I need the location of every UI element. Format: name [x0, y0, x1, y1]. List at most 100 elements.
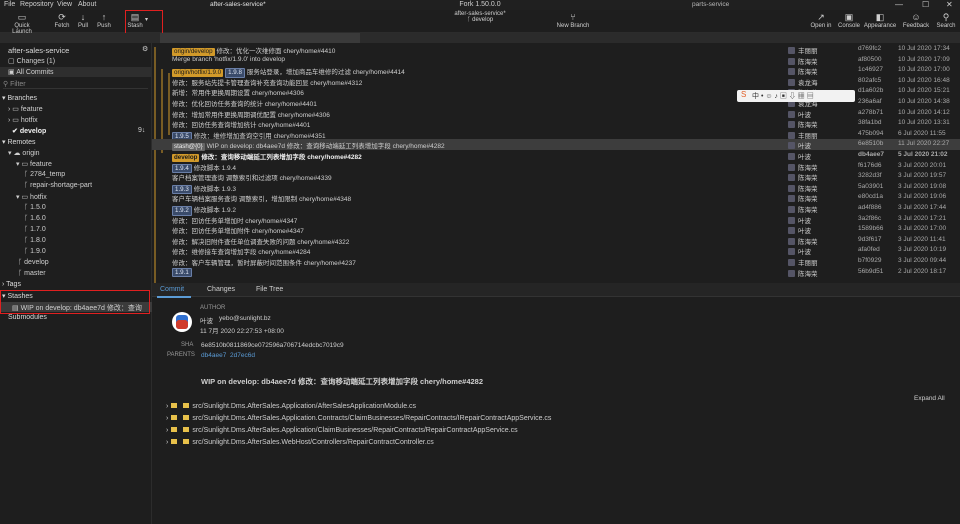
remote-branch-1-5-0[interactable]: ᚴ 1.5.0 — [24, 204, 46, 211]
commit-sha-cell: 1c46927 — [858, 66, 883, 74]
commit-row[interactable]: 修改：客户车辆管理，暂时屏蔽时间范围条件 chery/home#4237 丰丽丽 b… — [152, 256, 960, 267]
push-icon: ↑ — [101, 12, 107, 22]
author-avatar-icon — [788, 110, 795, 118]
commit-row[interactable]: 修改：回访任务单增加时 chery/home#4347 叶波 3a2f86c 3 Ju… — [152, 214, 960, 225]
ref-tag[interactable]: 1.9.1 — [172, 267, 192, 278]
folder-icon — [183, 427, 190, 432]
commit-date-cell: 3 Jul 2020 17:00 — [898, 225, 947, 233]
chevron-right-icon: › — [166, 403, 169, 410]
pull-button[interactable]: ↓ Pull — [74, 12, 92, 29]
modified-file-icon — [171, 439, 178, 444]
remote-branch-master[interactable]: ᚴ master — [18, 270, 46, 277]
remote-branch-repair-shortage-part[interactable]: ᚴ repair-shortage-part — [24, 182, 92, 189]
commit-sha-cell: 3a2f86c — [858, 214, 882, 222]
commit-sha-cell: 475b094 — [858, 129, 884, 137]
remote-branch-1-9-0[interactable]: ᚴ 1.9.0 — [24, 248, 46, 255]
appearance-button[interactable]: ◧ Appearance — [862, 12, 898, 29]
parent-link-1[interactable]: db4aee7 — [201, 352, 226, 359]
push-button[interactable]: ↑ Push — [94, 12, 114, 29]
branch-folder-hotfix[interactable]: › ▭ hotfix — [8, 116, 38, 124]
commit-message-cell: 客户车辆档案服务查询 调整索引，增加限制 chery/home#4348 — [172, 193, 351, 203]
remote-folder-hotfix[interactable]: ▾ ▭ hotfix — [16, 193, 47, 201]
branch-folder-feature[interactable]: › ▭ feature — [8, 105, 43, 113]
remote-branch-1-6-0[interactable]: ᚴ 1.6.0 — [24, 215, 46, 222]
submodules-section[interactable]: Submodules — [8, 314, 47, 321]
tab-after-sales-service[interactable] — [160, 33, 360, 43]
commit-row[interactable]: 修改：解决旧附件查任单位调查失败的问题 chery/home#4322 陈海荣 9d… — [152, 235, 960, 246]
author-avatar-icon — [788, 153, 795, 160]
commit-row[interactable]: 修改：回访任务查询增加统计 chery/home#4401 陈海荣 38fa1bd 1… — [152, 118, 960, 129]
minimize-button[interactable]: — — [895, 0, 903, 9]
file-item[interactable]: › src/Sunlight.Dms.AfterSales.Application… — [166, 427, 518, 434]
commit-row[interactable]: 1.9.1 陈海荣 56b9d51 2 Jul 2020 18:17 — [152, 267, 960, 278]
expand-all-button[interactable]: Expand All — [914, 395, 945, 402]
commit-tab-underline — [157, 296, 191, 298]
commit-row[interactable]: 客户车辆档案服务查询 调整索引，增加限制 chery/home#4348 陈海荣 e… — [152, 192, 960, 203]
parent-link-2[interactable]: 2d7ec6d — [230, 352, 255, 359]
ime-tools-icon[interactable]: 中 • ☺ ♪ ▣ ⇩ ▦ ▤ — [752, 91, 814, 101]
commit-row[interactable]: 修改：服务站先提卡管理查询补充查询功能回显 chery/home#4312 袁龙海… — [152, 76, 960, 87]
remote-branch-2784-temp[interactable]: ᚴ 2784_temp — [24, 171, 65, 178]
tab-changes[interactable]: Changes — [207, 286, 235, 293]
commit-date-cell: 3 Jul 2020 10:19 — [898, 246, 947, 254]
commit-row[interactable]: 修改：增加常用件更换周期调优配置 chery/home#4306 叶波 a278b7… — [152, 108, 960, 119]
commit-row[interactable]: origin/hotfix/1.9.0 1.9.8 服务站登录，增加商品车维修的过滤… — [152, 65, 960, 78]
tab-commit[interactable]: Commit — [160, 286, 184, 293]
console-button[interactable]: ▣ Console — [836, 12, 862, 29]
quick-launch-button[interactable]: ▭ Quick Launch — [4, 12, 40, 35]
gear-icon[interactable]: ⚙ — [142, 45, 148, 53]
commit-date-cell: 10 Jul 2020 13:31 — [898, 119, 950, 127]
maximize-button[interactable]: ☐ — [922, 0, 929, 9]
commit-row[interactable]: 1.9.3 修改脚本 1.9.3 陈海荣 5a03901 3 Jul 2020 19:0… — [152, 182, 960, 195]
sidebar-all-commits[interactable]: ▣ All Commits — [8, 68, 54, 76]
feedback-button[interactable]: ☺ Feedback — [900, 12, 932, 29]
commit-row[interactable]: develop 修改：查询移动端延工列表增加字段 chery/home#4282 叶… — [152, 150, 960, 162]
repo-branch-selector[interactable]: after-sales-service* ᚴ develop — [430, 11, 530, 23]
commit-row[interactable]: 客户档案管理查询 调整索引和过滤项 chery/home#4339 陈海荣 3282… — [152, 171, 960, 182]
commit-message-cell: 修改：回访任务单增加附件 chery/home#4347 — [172, 225, 304, 235]
file-item[interactable]: › src/Sunlight.Dms.AfterSales.Application… — [166, 403, 416, 410]
commit-row[interactable]: 1.9.4 修改脚本 1.9.4 陈海荣 f6176d6 3 Jul 2020 20:0… — [152, 161, 960, 174]
commit-row[interactable]: 1.9.5 修改：维修增加查询空引用 chery/home#4351 丰丽丽 475b… — [152, 129, 960, 142]
branches-section[interactable]: ▾ Branches — [2, 94, 37, 102]
window-title: Fork 1.50.0.0 — [459, 1, 501, 8]
file-item[interactable]: › src/Sunlight.Dms.AfterSales.Application… — [166, 415, 551, 422]
remote-origin[interactable]: ▾ ☁ origin — [8, 149, 40, 157]
commit-author: 丰丽丽 — [788, 45, 818, 55]
filter-input[interactable]: ⚲ Filter — [3, 80, 148, 89]
remote-branch-1-8-0[interactable]: ᚴ 1.8.0 — [24, 237, 46, 244]
commit-date-cell: 11 Jul 2020 22:27 — [898, 140, 950, 148]
close-button[interactable]: ✕ — [946, 0, 953, 9]
tags-section[interactable]: › Tags — [2, 281, 21, 288]
commit-date-cell: 3 Jul 2020 17:44 — [898, 204, 947, 211]
commit-author: 陈海荣 — [788, 183, 818, 193]
file-item[interactable]: › src/Sunlight.Dms.AfterSales.WebHost/Con… — [166, 439, 434, 446]
search-icon: ⚲ — [942, 12, 950, 22]
commit-row[interactable]: stash@{0} WIP on develop: db4aee7d 修改：查询移… — [152, 139, 960, 151]
sidebar-changes[interactable]: ▢ Changes (1) — [8, 57, 55, 65]
chevron-right-icon: › — [166, 439, 169, 446]
remote-branch-1-7-0[interactable]: ᚴ 1.7.0 — [24, 226, 46, 233]
search-button[interactable]: ⚲ Search — [934, 12, 958, 29]
open-in-icon: ↗ — [817, 12, 825, 22]
commit-row[interactable]: 修改：维修接车查询增加字段 chery/home#4284 叶波 afa0fed 3 … — [152, 245, 960, 256]
commit-message: WIP on develop: db4aee7d 修改：查询移动端延工列表增加字… — [201, 377, 484, 386]
remote-branch-develop[interactable]: ᚴ develop — [18, 259, 49, 266]
tab-file-tree[interactable]: File Tree — [256, 286, 283, 293]
open-in-button[interactable]: ↗ Open in — [808, 12, 834, 29]
remotes-section[interactable]: ▾ Remotes — [2, 138, 35, 146]
remote-folder-feature[interactable]: ▾ ▭ feature — [16, 160, 52, 168]
branch-develop[interactable]: ✔ develop — [12, 127, 46, 135]
appearance-icon: ◧ — [875, 12, 885, 22]
feedback-icon: ☺ — [911, 12, 921, 22]
author-email[interactable]: yebo@sunlight.bz — [219, 315, 271, 322]
commit-row[interactable]: origin/develop 修改：优化一次维修面 chery/home#4410… — [152, 44, 960, 56]
new-branch-button[interactable]: ⑂ New Branch — [555, 12, 591, 29]
tab-parts-service[interactable]: parts-service — [692, 1, 729, 8]
commit-row[interactable]: Merge branch 'hotfix/1.9.0' into develop… — [152, 55, 960, 66]
commit-row[interactable]: 1.9.2 修改脚本 1.9.2 陈海荣 ad4f886 3 Jul 2020 17:4… — [152, 203, 960, 216]
commit-row[interactable]: 修改：回访任务单增加附件 chery/home#4347 叶波 1589b66 3 J… — [152, 224, 960, 235]
ime-logo-icon[interactable]: S — [741, 90, 746, 99]
commit-date-cell: 3 Jul 2020 11:41 — [898, 235, 946, 243]
fetch-button[interactable]: ⟳ Fetch — [52, 12, 72, 29]
